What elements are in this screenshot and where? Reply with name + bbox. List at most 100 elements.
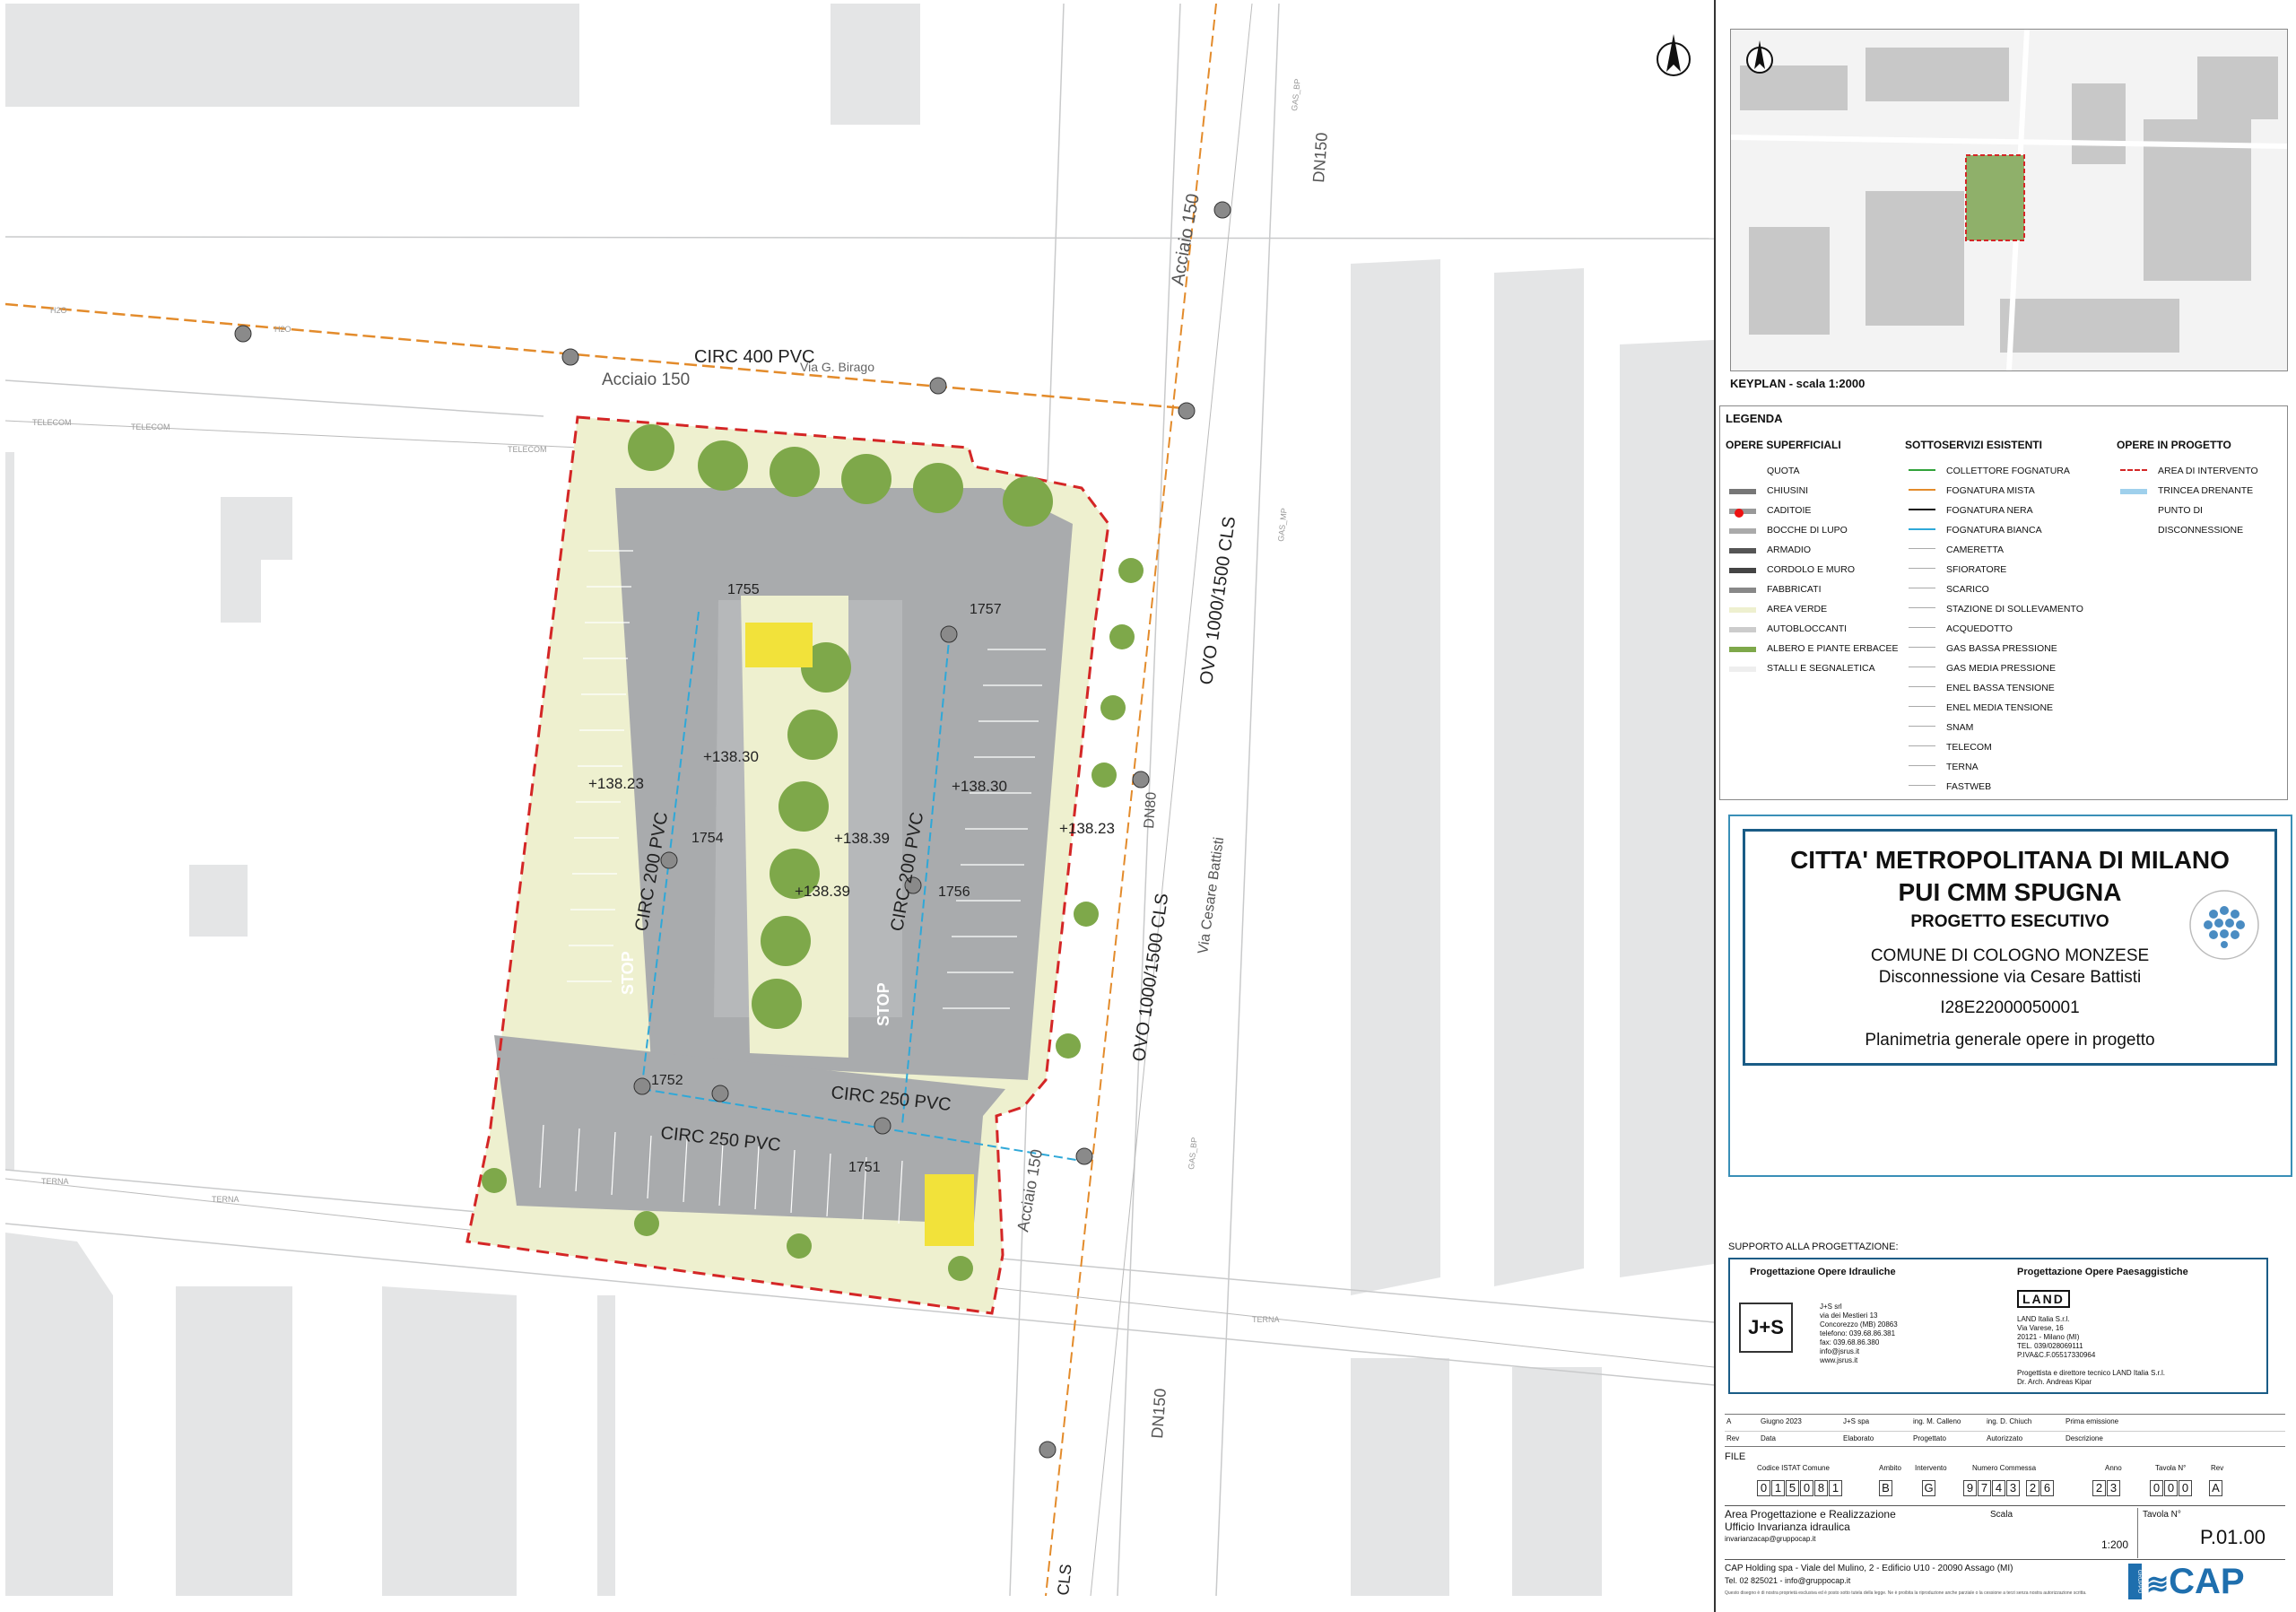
building-14 bbox=[597, 1295, 615, 1596]
legend-symbol bbox=[1729, 489, 1756, 494]
file-header: Rev bbox=[2211, 1464, 2224, 1472]
legend-item: CAMERETTA bbox=[1946, 545, 2004, 555]
revision-cell: A bbox=[1726, 1417, 1732, 1425]
label-acciaio-top: Acciaio 150 bbox=[602, 370, 690, 389]
code-digit: 7 bbox=[1978, 1480, 1991, 1496]
elevation-3: +138.30 bbox=[952, 778, 1007, 795]
building-10 bbox=[1512, 1367, 1602, 1596]
file-block: FILE Codice ISTAT Comune Ambito Intervento… bbox=[1725, 1451, 2285, 1505]
terna-label-3: TERNA bbox=[1252, 1315, 1280, 1324]
tree bbox=[778, 781, 829, 832]
legend-item: CADITOIE bbox=[1767, 505, 1812, 516]
plan-svg: CIRC 400 PVC Acciaio 150 Via G. Birago A… bbox=[5, 4, 1714, 1596]
code-digit: 2 bbox=[2026, 1480, 2039, 1496]
tree bbox=[698, 440, 748, 491]
elevation-6: +138.23 bbox=[1059, 820, 1115, 837]
revision-row: A Giugno 2023 J+S spa ing. M. Calleno ing. D… bbox=[1725, 1414, 2285, 1432]
revision-cell: Progettato bbox=[1913, 1434, 1946, 1442]
support-line: Concorezzo (MB) 20863 bbox=[1820, 1320, 1898, 1329]
elevation-4: +138.39 bbox=[834, 830, 890, 847]
ambito-code: B bbox=[1879, 1480, 1893, 1496]
tree bbox=[628, 424, 674, 471]
area-email: invarianzacap@gruppocap.it bbox=[1725, 1535, 1816, 1543]
title-inner: CITTA' METROPOLITANA DI MILANO PUI CMM S… bbox=[1743, 829, 2277, 1066]
legend-symbol bbox=[1909, 647, 1935, 648]
legend-item: AREA DI INTERVENTO bbox=[2158, 466, 2258, 476]
support-box: Progettazione Opere Idrauliche Progettaz… bbox=[1728, 1258, 2268, 1394]
file-header: Anno bbox=[2105, 1464, 2122, 1472]
legend-item: ENEL MEDIA TENSIONE bbox=[1946, 702, 2054, 713]
revision-table: A Giugno 2023 J+S spa ing. M. Calleno ing. D… bbox=[1725, 1412, 2285, 1448]
js-address: J+S srl via dei Mestieri 13 Concorezzo (MB… bbox=[1820, 1303, 1898, 1365]
cap-logo: ≋CAP bbox=[2146, 1562, 2245, 1602]
legend-item: ARMADIO bbox=[1767, 545, 1812, 555]
legend-symbol bbox=[1729, 647, 1756, 652]
tree bbox=[1091, 762, 1117, 788]
legend-symbol bbox=[1729, 469, 1756, 475]
legend-item: FOGNATURA NERA bbox=[1946, 505, 2033, 516]
telecom-label-2: TELECOM bbox=[131, 423, 170, 431]
building-1 bbox=[5, 4, 579, 107]
code-digit: 8 bbox=[1814, 1480, 1828, 1496]
tree bbox=[634, 1211, 659, 1236]
area-line2: Ufficio Invarianza idraulica bbox=[1725, 1521, 1850, 1533]
legend-symbol bbox=[1729, 607, 1756, 613]
support-line: LAND Italia S.r.l. bbox=[2017, 1315, 2070, 1323]
site-plan: CIRC 400 PVC Acciaio 150 Via G. Birago A… bbox=[5, 4, 1714, 1596]
title-line1: CITTA' METROPOLITANA DI MILANO bbox=[1790, 846, 2230, 874]
support-line: www.jsrus.it bbox=[1820, 1356, 1858, 1364]
label-ovo-mid: OVO 1000/1500 CLS bbox=[1129, 892, 1172, 1062]
label-via-birago: Via G. Birago bbox=[800, 360, 874, 374]
file-header: Tavola N° bbox=[2155, 1464, 2187, 1472]
title-panel: KEYPLAN - scala 1:2000 LEGENDA OPERE SUP… bbox=[1714, 0, 2296, 1612]
legend-item: ENEL BASSA TENSIONE bbox=[1946, 683, 2055, 693]
h2o-label-2: H2O bbox=[274, 325, 291, 334]
legend-symbol bbox=[1729, 568, 1756, 573]
legend-item: QUOTA bbox=[1767, 466, 1800, 476]
revision-cell: Giugno 2023 bbox=[1761, 1417, 1802, 1425]
file-label: FILE bbox=[1725, 1451, 1746, 1462]
label-ovo-top: OVO 1000/1500 CLS bbox=[1196, 515, 1239, 685]
keyplan-map bbox=[1730, 29, 2288, 371]
support-line: J+S srl bbox=[1820, 1303, 1842, 1311]
code-digit: 9 bbox=[1963, 1480, 1977, 1496]
file-header: Ambito bbox=[1879, 1464, 1901, 1472]
land-logo: LAND bbox=[2017, 1290, 2070, 1308]
istat-code: 015081 bbox=[1757, 1480, 1843, 1496]
code-digit: 0 bbox=[2164, 1480, 2178, 1496]
label-dn150-top: DN150 bbox=[1309, 132, 1331, 183]
legend-item: COLLETTORE FOGNATURA bbox=[1946, 466, 2070, 476]
legend-col1-title: OPERE SUPERFICIALI bbox=[1726, 439, 1841, 451]
tree bbox=[752, 979, 802, 1029]
legend-item: ALBERO E PIANTE ERBACEE bbox=[1767, 643, 1899, 654]
intervento-code: G bbox=[1922, 1480, 1936, 1496]
legend-item: GAS MEDIA PRESSIONE bbox=[1946, 663, 2056, 674]
legend-symbol bbox=[1909, 568, 1935, 569]
accessible-stall-2 bbox=[925, 1174, 974, 1246]
legend-symbol bbox=[1909, 548, 1935, 549]
scale-label: Scala bbox=[1990, 1510, 2013, 1520]
manhole-1757: 1757 bbox=[970, 602, 1002, 617]
north-arrow-icon bbox=[1657, 34, 1691, 76]
revision-cell: Prima emissione bbox=[2066, 1417, 2119, 1425]
legend-symbol bbox=[1909, 489, 1935, 491]
tree bbox=[1003, 476, 1053, 527]
intervento-digit: G bbox=[1922, 1480, 1935, 1496]
file-headers: Codice ISTAT Comune Ambito Intervento Numer… bbox=[1725, 1464, 2285, 1475]
legend-symbol bbox=[2120, 489, 2147, 494]
code-digit: 0 bbox=[2150, 1480, 2163, 1496]
manhole-1752: 1752 bbox=[651, 1073, 683, 1088]
cap-wave-icon: ≋ bbox=[2146, 1570, 2170, 1599]
support-line: TEL. 039/028069111 bbox=[2017, 1342, 2083, 1350]
legend-item: TELECOM bbox=[1946, 742, 1992, 753]
gas-bp-label-2: GAS_BP bbox=[1187, 1137, 1199, 1170]
footer-disclaimer: Questo disegno è di nostra proprietà esc… bbox=[1725, 1590, 2087, 1596]
gruppo-label: GRUPPO bbox=[2128, 1564, 2142, 1599]
landscape-title: Progettazione Opere Paesaggistiche bbox=[2017, 1267, 2188, 1277]
support-line: telefono: 039.68.86.381 bbox=[1820, 1329, 1896, 1338]
revision-cell: J+S spa bbox=[1843, 1417, 1870, 1425]
code-digit: 0 bbox=[1757, 1480, 1770, 1496]
legend-item: AUTOBLOCCANTI bbox=[1767, 623, 1848, 634]
legend-symbol bbox=[1909, 627, 1935, 628]
support-line: Dr. Arch. Andreas Kipar bbox=[2017, 1378, 2092, 1386]
